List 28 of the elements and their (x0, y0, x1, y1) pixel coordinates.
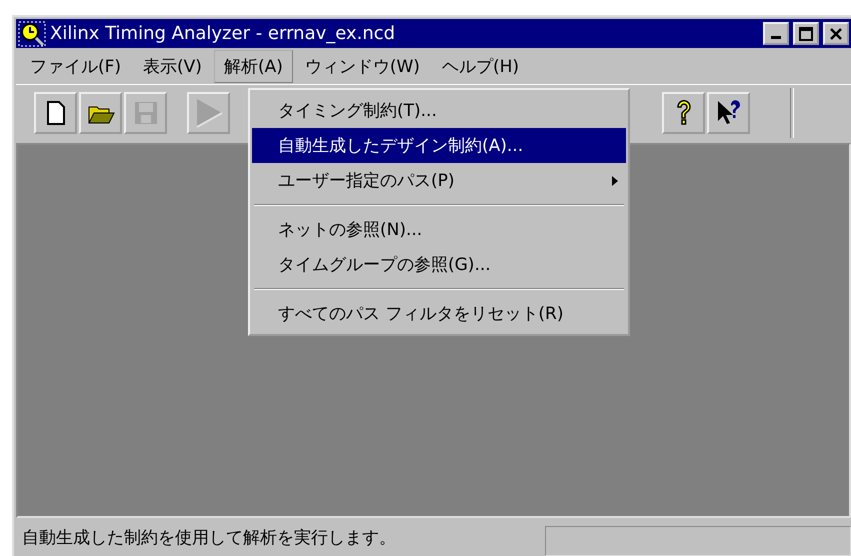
menu-item[interactable]: 解析(A) (214, 50, 293, 82)
menu-item[interactable]: ネットの参照(N)... (252, 212, 626, 247)
submenu-arrow-icon (612, 176, 618, 186)
close-icon (829, 26, 843, 40)
menu-item[interactable]: 表示(V) (133, 50, 212, 82)
menu-item[interactable]: ファイル(F) (20, 50, 132, 82)
question-mark-icon (674, 99, 692, 127)
menu-item[interactable]: ウィンドウ(W) (294, 50, 430, 82)
minimize-icon (771, 36, 781, 39)
menu-item[interactable]: タイムグループの参照(G)... (252, 247, 626, 282)
play-icon (194, 98, 222, 128)
status-message: 自動生成した制約を使用して解析を実行します。 (22, 526, 397, 548)
maximize-button[interactable] (793, 22, 819, 45)
pointer-question-icon (716, 99, 742, 127)
menu-item[interactable]: 自動生成したデザイン制約(A)... (252, 128, 626, 163)
toolbar-button[interactable] (662, 92, 705, 134)
menu-item[interactable]: すべてのパス フィルタをリセット(R) (252, 296, 626, 331)
menu-item[interactable]: ヘルプ(H) (432, 50, 529, 82)
toolbar-button[interactable] (79, 92, 122, 134)
window-title: Xilinx Timing Analyzer - errnav_ex.ncd (50, 23, 396, 44)
minimize-button[interactable] (763, 22, 789, 45)
toolbar-button[interactable] (34, 92, 77, 134)
toolbar-button[interactable] (707, 92, 750, 134)
menu-item[interactable]: ユーザー指定のパス(P) (252, 163, 626, 198)
close-button[interactable] (823, 22, 849, 45)
maximize-icon (799, 26, 813, 40)
menu-item[interactable]: タイミング制約(T)... (252, 93, 626, 128)
new-file-icon (46, 101, 66, 125)
